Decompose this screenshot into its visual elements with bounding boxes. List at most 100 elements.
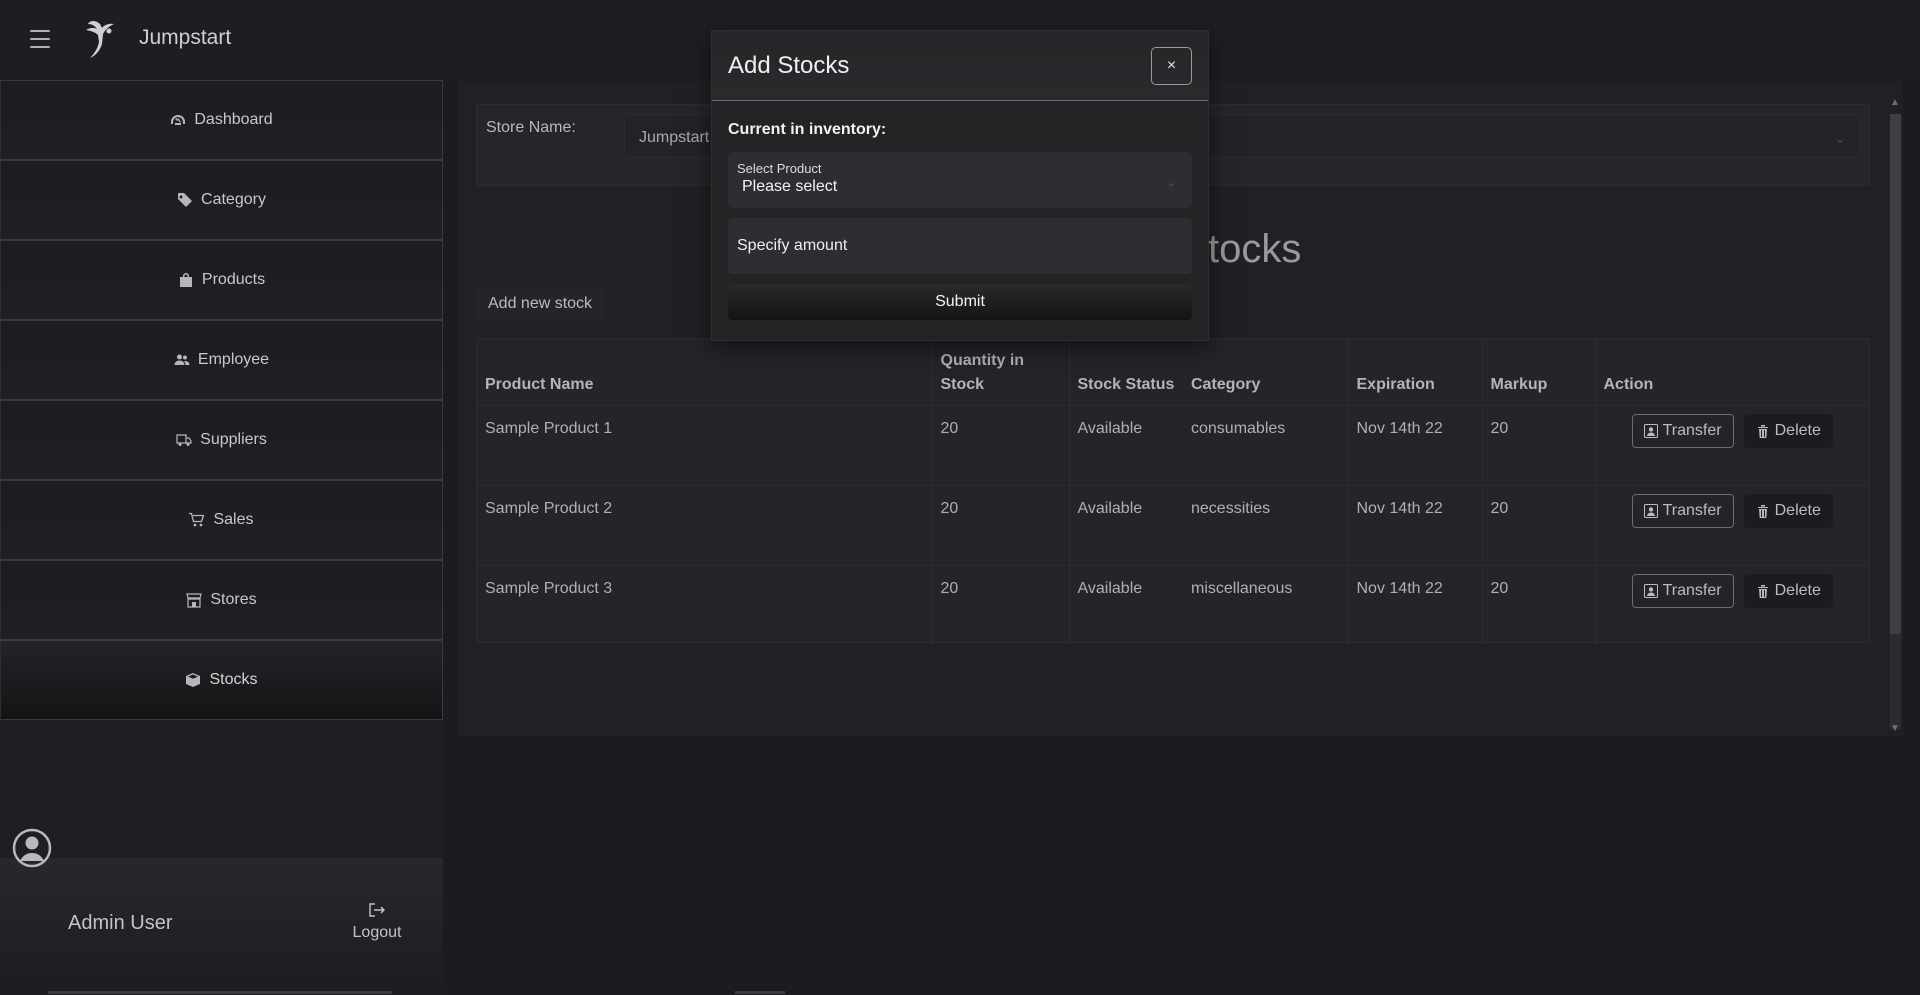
transfer-button[interactable]: Transfer	[1631, 493, 1734, 528]
delete-button[interactable]: Delete	[1743, 493, 1833, 528]
transfer-icon	[1643, 503, 1658, 518]
truck-icon	[176, 434, 192, 446]
people-icon	[174, 354, 190, 365]
column-header-category: Category	[1191, 375, 1261, 393]
sidebar-item-label: Suppliers	[200, 431, 267, 448]
sidebar-item-category[interactable]: Category	[0, 160, 443, 240]
dashboard-icon	[171, 115, 186, 125]
column-header-action: Action	[1594, 339, 1869, 405]
modal-header: Add Stocks ×	[712, 31, 1208, 101]
sidebar-item-dashboard[interactable]: Dashboard	[0, 80, 443, 160]
cell-category: consumables	[1183, 404, 1348, 485]
sidebar-item-label: Stores	[210, 591, 257, 608]
column-header-stock-status: Stock Status	[1077, 375, 1175, 393]
transfer-icon	[1643, 423, 1658, 438]
menu-icon[interactable]	[30, 30, 50, 48]
cell-stock-status: Available	[1069, 484, 1183, 565]
logout-label: Logout	[352, 924, 402, 941]
vertical-scrollbar[interactable]: ▲ ▼	[1887, 97, 1903, 737]
cell-actions: Transfer Delete	[1594, 484, 1869, 565]
chevron-down-icon: ⌄	[1834, 132, 1845, 146]
inventory-label: Current in inventory:	[728, 121, 887, 138]
table-row: Sample Product 2 20 Available necessitie…	[477, 484, 1869, 565]
store-icon	[186, 593, 203, 608]
cell-stock-status: Available	[1069, 564, 1183, 645]
cell-product-name: Sample Product 2	[477, 484, 932, 565]
sidebar-item-products[interactable]: Products	[0, 240, 443, 320]
sidebar-item-label: Dashboard	[194, 111, 273, 128]
modal-title: Add Stocks	[728, 51, 850, 79]
transfer-icon	[1643, 583, 1658, 598]
column-header-markup: Markup	[1481, 339, 1595, 405]
cell-markup: 20	[1481, 404, 1595, 485]
box-icon	[186, 673, 201, 687]
trash-icon	[1757, 504, 1768, 518]
delete-button[interactable]: Delete	[1743, 413, 1833, 448]
transfer-label: Transfer	[1662, 581, 1722, 599]
delete-label: Delete	[1774, 501, 1821, 519]
column-header-quantity: Quantity in Stock	[931, 339, 1070, 405]
select-product-value: Please select	[742, 178, 838, 195]
trash-icon	[1757, 424, 1768, 438]
store-value: Jumpstart	[639, 129, 710, 146]
delete-label: Delete	[1774, 421, 1821, 439]
cell-expiration: Nov 14th 22	[1347, 564, 1482, 645]
table-row: Sample Product 1 20 Available consumable…	[477, 404, 1869, 485]
cell-quantity: 20	[931, 404, 1070, 485]
product-select[interactable]: Select Product Please select ⌄	[728, 152, 1192, 208]
transfer-label: Transfer	[1662, 421, 1722, 439]
cell-actions: Transfer Delete	[1594, 404, 1869, 485]
user-name: Admin User	[68, 912, 173, 934]
trash-icon	[1757, 584, 1768, 598]
sidebar-item-employee[interactable]: Employee	[0, 320, 443, 400]
cell-category: miscellaneous	[1183, 564, 1348, 645]
delete-button[interactable]: Delete	[1743, 573, 1833, 608]
add-new-stock-button[interactable]: Add new stock	[476, 287, 605, 321]
cell-markup: 20	[1481, 564, 1595, 645]
sidebar-item-suppliers[interactable]: Suppliers	[0, 400, 443, 480]
bag-icon	[179, 273, 192, 287]
amount-input[interactable]: Specify amount	[728, 218, 1192, 274]
select-product-label: Select Product	[737, 161, 822, 176]
modal-body: Current in inventory: Select Product Ple…	[712, 101, 1208, 320]
sidebar-item-stores[interactable]: Stores	[0, 560, 443, 640]
sidebar-item-label: Products	[201, 271, 266, 288]
cell-markup: 20	[1481, 484, 1595, 565]
scroll-down-icon[interactable]: ▼	[1890, 723, 1900, 734]
scroll-up-icon[interactable]: ▲	[1890, 97, 1900, 108]
horizontal-scrollbar-main[interactable]	[735, 991, 785, 994]
table-header-row: Product Name Quantity in Stock Stock Sta…	[477, 339, 1869, 405]
horizontal-scrollbar[interactable]	[48, 991, 392, 994]
chevron-down-icon: ⌄	[1166, 177, 1176, 189]
logout-icon	[369, 903, 385, 917]
sidebar: Dashboard Category Products Employee Sup…	[0, 80, 443, 995]
transfer-button[interactable]: Transfer	[1631, 413, 1734, 448]
table-row: Sample Product 3 20 Available miscellane…	[477, 564, 1869, 645]
sidebar-item-stocks[interactable]: Stocks	[0, 640, 443, 720]
cell-expiration: Nov 14th 22	[1347, 484, 1482, 565]
transfer-label: Transfer	[1662, 501, 1722, 519]
sidebar-item-sales[interactable]: Sales	[0, 480, 443, 560]
close-button[interactable]: ×	[1151, 46, 1192, 85]
cart-icon	[189, 512, 205, 527]
submit-button[interactable]: Submit	[728, 284, 1192, 320]
column-header-product-name: Product Name	[485, 375, 594, 393]
add-stocks-modal: Add Stocks × Current in inventory: Selec…	[711, 30, 1209, 341]
cell-actions: Transfer Delete	[1594, 564, 1869, 645]
cell-stock-status: Available	[1069, 404, 1183, 485]
store-label: Store Name:	[486, 119, 576, 136]
scroll-thumb[interactable]	[1890, 114, 1901, 634]
page-title: tocks	[1208, 227, 1302, 271]
cell-expiration: Nov 14th 22	[1347, 404, 1482, 485]
cell-quantity: 20	[931, 564, 1070, 645]
sidebar-item-label: Category	[201, 191, 266, 208]
sidebar-item-label: Employee	[197, 351, 270, 368]
logo-icon	[86, 21, 114, 58]
stocks-table: Product Name Quantity in Stock Stock Sta…	[476, 338, 1870, 645]
logout-button[interactable]: Logout	[350, 902, 404, 942]
avatar[interactable]	[12, 828, 52, 868]
tag-icon	[178, 193, 193, 207]
sidebar-item-label: Stocks	[209, 671, 258, 688]
transfer-button[interactable]: Transfer	[1631, 573, 1734, 608]
sidebar-item-label: Sales	[213, 511, 254, 528]
